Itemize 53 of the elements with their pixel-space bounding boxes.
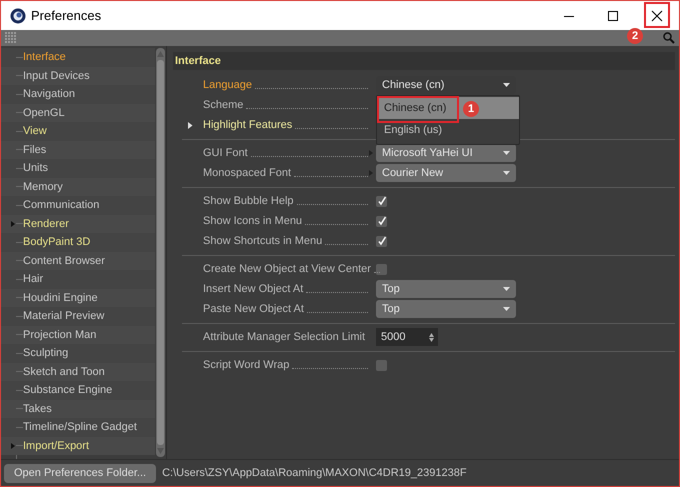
sidebar-item[interactable]: Hair bbox=[23, 273, 44, 286]
checkbox[interactable] bbox=[376, 236, 387, 246]
spinner-icon[interactable] bbox=[429, 332, 434, 342]
setting-label: Paste New Object At bbox=[203, 303, 304, 315]
checkbox[interactable] bbox=[376, 216, 387, 226]
app-logo-icon bbox=[10, 8, 26, 24]
setting-label: Script Word Wrap bbox=[203, 359, 290, 371]
sidebar-item[interactable]: Sculpting bbox=[23, 347, 68, 360]
close-icon bbox=[651, 10, 663, 22]
sidebar-item[interactable]: Interface bbox=[23, 51, 66, 64]
grip-icon[interactable] bbox=[5, 32, 17, 44]
sidebar-item[interactable]: Memory bbox=[23, 180, 63, 193]
sidebar-item[interactable]: Units bbox=[23, 162, 48, 174]
setting-label: Show Shortcuts in Menu bbox=[203, 235, 322, 247]
scroll-down-icon[interactable] bbox=[157, 448, 164, 454]
checkbox[interactable] bbox=[376, 360, 387, 370]
scroll-up-icon[interactable] bbox=[157, 51, 164, 57]
checkbox[interactable] bbox=[376, 264, 387, 274]
open-folder-button[interactable]: Open Preferences Folder... bbox=[4, 464, 156, 482]
dropdown[interactable]: Top bbox=[376, 300, 516, 318]
search-icon[interactable] bbox=[663, 32, 675, 44]
sidebar-item[interactable]: OpenGL bbox=[23, 106, 65, 119]
caret-icon bbox=[503, 151, 510, 155]
setting-label: GUI Font bbox=[203, 147, 248, 159]
expand-arrow-icon[interactable] bbox=[188, 122, 193, 128]
sidebar-item[interactable]: Files bbox=[23, 144, 46, 156]
setting-label: Insert New Object At bbox=[203, 283, 304, 295]
setting-label: Monospaced Font bbox=[203, 167, 292, 179]
caret-icon bbox=[503, 171, 510, 175]
annotation-frame bbox=[644, 2, 670, 28]
folder-path: C:\Users\ZSY\AppData\Roaming\MAXON\C4DR19_2391238F bbox=[162, 467, 467, 479]
window-title: Preferences bbox=[31, 8, 102, 23]
setting-label: Highlight Features bbox=[203, 119, 292, 131]
dropdown-option[interactable]: English (us) bbox=[377, 119, 519, 141]
section-header: Interface bbox=[173, 52, 675, 70]
setting-label: Scheme bbox=[203, 99, 244, 111]
setting-label: Show Bubble Help bbox=[203, 195, 294, 207]
sidebar-item[interactable]: View bbox=[23, 125, 47, 138]
checkbox[interactable] bbox=[376, 196, 387, 206]
caret-icon bbox=[503, 307, 510, 311]
maximize-icon bbox=[608, 10, 618, 20]
dropdown[interactable]: Microsoft YaHei UI bbox=[376, 144, 516, 162]
caret-icon bbox=[503, 287, 510, 291]
number-field[interactable]: 5000 bbox=[376, 328, 438, 346]
setting-label: Show Icons in Menu bbox=[203, 215, 302, 227]
dropdown[interactable]: Top bbox=[376, 280, 516, 298]
sidebar-item[interactable]: Takes bbox=[23, 402, 52, 415]
dropdown[interactable]: Courier New bbox=[376, 164, 516, 182]
caret-icon bbox=[503, 83, 510, 87]
scrollbar[interactable] bbox=[156, 48, 165, 457]
setting-label: Attribute Manager Selection Limit bbox=[203, 331, 366, 343]
setting-label: Language bbox=[203, 79, 252, 91]
setting-label: Create New Object at View Center bbox=[203, 263, 371, 275]
